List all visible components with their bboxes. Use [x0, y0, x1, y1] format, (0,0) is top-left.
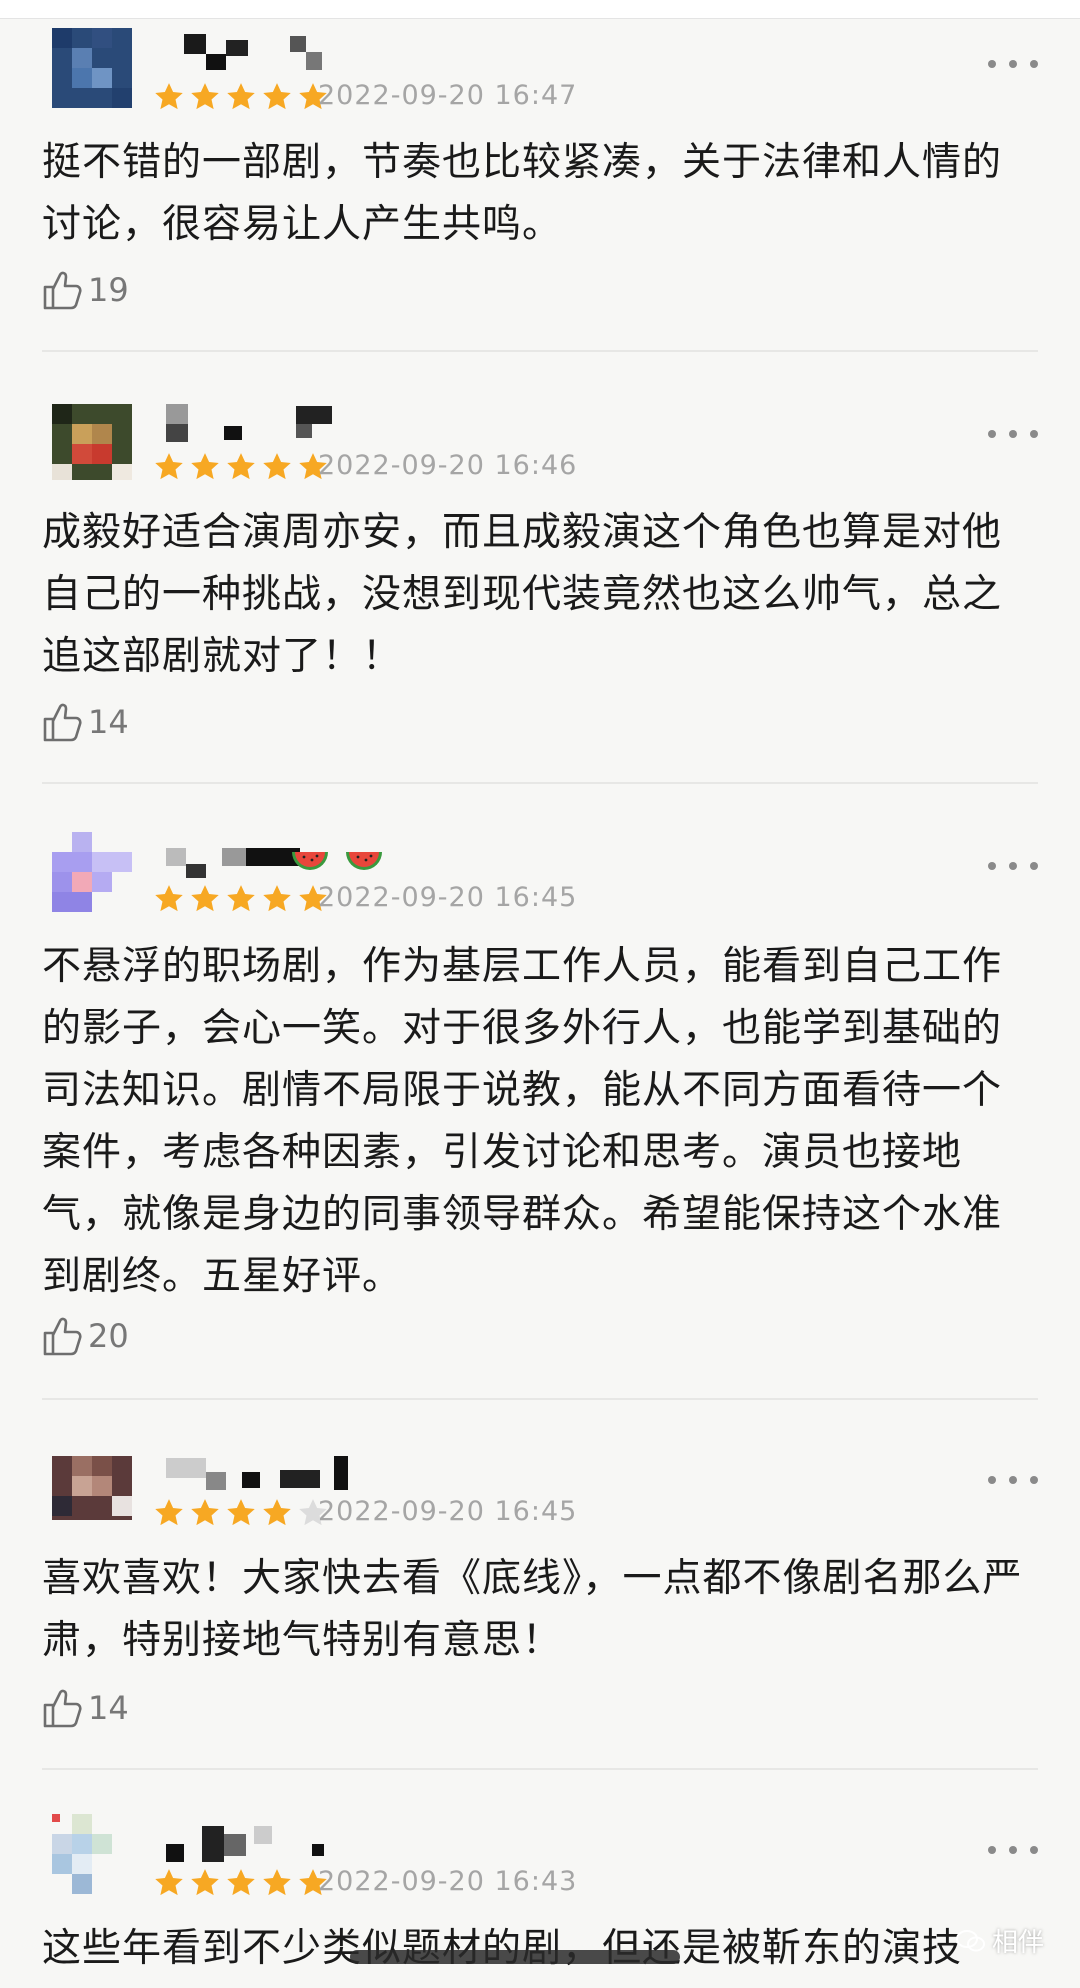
star-icon	[263, 1869, 291, 1896]
comment-time: 2022-09-20 16:43	[318, 1866, 578, 1897]
watermark-text: 相伴	[991, 1928, 1044, 1958]
rating-stars	[152, 1866, 330, 1902]
watermark: 相伴	[955, 1922, 1044, 1959]
more-dots-icon	[988, 1846, 996, 1854]
wechat-icon	[955, 1929, 985, 1951]
comment-item: 2022-09-20 16:43 这些年看到不少类似题材的剧，但还是被靳东的演技	[0, 0, 1080, 1988]
avatar[interactable]	[52, 1814, 132, 1894]
comment-text: 这些年看到不少类似题材的剧，但还是被靳东的演技	[42, 1926, 963, 1971]
overlay-smear	[350, 1950, 680, 1964]
username-mosaic[interactable]	[166, 1826, 386, 1866]
star-icon	[227, 1869, 255, 1896]
star-icon	[155, 1869, 183, 1896]
star-icon	[191, 1869, 219, 1896]
more-options-button[interactable]	[988, 1840, 1038, 1860]
